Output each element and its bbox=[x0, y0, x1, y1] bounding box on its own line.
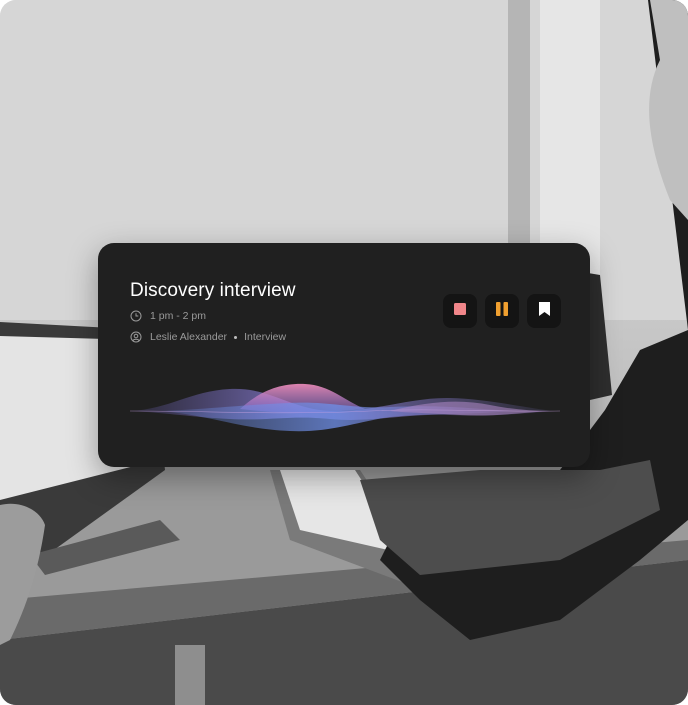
person-row: Leslie Alexander Interview bbox=[130, 331, 286, 343]
bookmark-icon bbox=[538, 301, 550, 321]
card-title: Discovery interview bbox=[130, 280, 296, 301]
interview-card: Discovery interview 1 pm - 2 pm Leslie A… bbox=[98, 243, 590, 467]
time-row: 1 pm - 2 pm bbox=[130, 310, 206, 322]
audio-waveform bbox=[130, 383, 560, 432]
user-icon bbox=[130, 331, 142, 343]
stop-icon bbox=[454, 302, 466, 320]
person-name: Leslie Alexander bbox=[150, 331, 228, 343]
category-label: Interview bbox=[244, 331, 287, 343]
pause-button[interactable] bbox=[485, 294, 519, 328]
clock-icon bbox=[130, 310, 142, 322]
stop-button[interactable] bbox=[443, 294, 477, 328]
recording-controls bbox=[443, 294, 561, 328]
pause-icon bbox=[496, 301, 508, 321]
separator-dot bbox=[234, 335, 238, 339]
bookmark-button[interactable] bbox=[527, 294, 561, 328]
time-text: 1 pm - 2 pm bbox=[150, 310, 207, 322]
